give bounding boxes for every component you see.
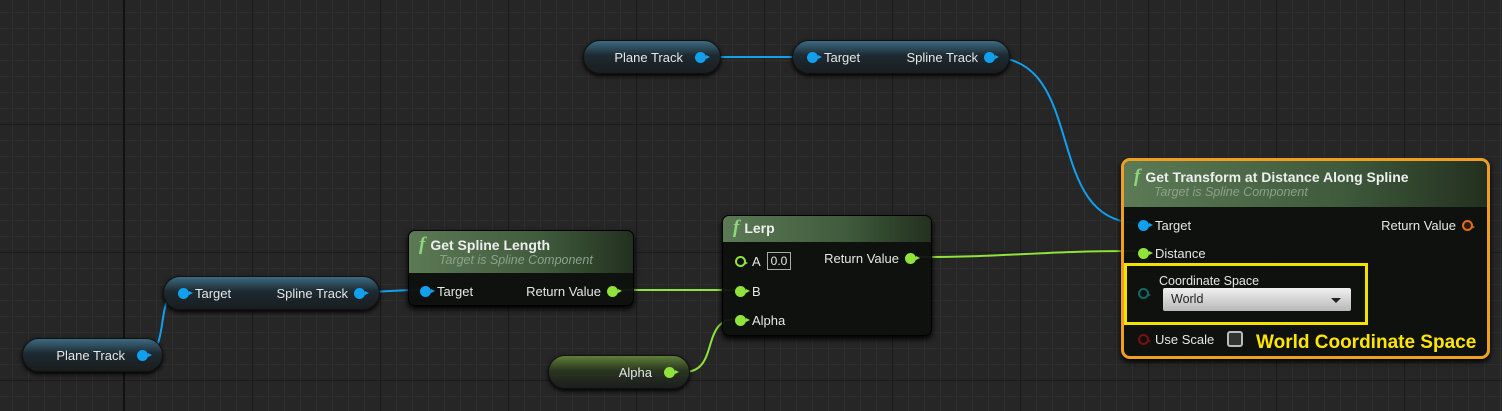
spline-track-getter-node[interactable]: Target Spline Track xyxy=(163,276,380,310)
object-pin-icon[interactable] xyxy=(984,51,999,63)
node-title: Get Transform at Distance Along Spline xyxy=(1145,169,1409,185)
target-label: Target xyxy=(824,49,861,65)
wire-lerp-to-distance xyxy=(912,250,1140,258)
transform-pin-icon[interactable] xyxy=(1462,220,1475,231)
object-pin-icon[interactable] xyxy=(137,349,152,361)
spline-track-label: Spline Track xyxy=(906,49,978,65)
node-subtitle: Target is Spline Component xyxy=(1154,185,1308,199)
wire-spline-track-to-transform-target xyxy=(989,56,1140,224)
object-pin-icon[interactable] xyxy=(354,287,369,299)
alpha-label: Alpha xyxy=(752,313,786,328)
alpha-variable-node[interactable]: Alpha xyxy=(548,355,690,389)
spline-track-label: Spline Track xyxy=(276,285,348,301)
float-pin-icon[interactable] xyxy=(735,315,750,326)
variable-label: Plane Track xyxy=(56,347,125,363)
float-pin-icon[interactable] xyxy=(664,366,679,378)
node-title: Get Spline Length xyxy=(430,237,551,253)
highlight-box xyxy=(1124,263,1368,325)
target-label: Target xyxy=(195,285,232,301)
get-transform-at-distance-node[interactable]: f Get Transform at Distance Along Spline … xyxy=(1121,158,1490,359)
annotation-caption: World Coordinate Space xyxy=(1256,332,1477,353)
return-value-label: Return Value xyxy=(1381,218,1456,233)
use-scale-label: Use Scale xyxy=(1155,331,1215,347)
a-label: A xyxy=(752,253,761,269)
bool-pin-icon[interactable] xyxy=(1138,333,1151,345)
get-spline-length-node[interactable]: f Get Spline Length Target is Spline Comp… xyxy=(408,230,634,306)
distance-label: Distance xyxy=(1155,246,1206,261)
variable-label: Alpha xyxy=(618,364,652,380)
function-icon: f xyxy=(1134,166,1141,187)
variable-label: Plane Track xyxy=(614,49,683,65)
use-scale-checkbox[interactable] xyxy=(1227,331,1244,347)
node-subtitle: Target is Spline Component xyxy=(439,253,593,267)
function-icon: f xyxy=(733,217,740,238)
return-value-label: Return Value xyxy=(824,251,899,266)
target-pin-icon[interactable] xyxy=(178,287,193,299)
b-label: B xyxy=(752,284,761,299)
plane-track-variable-node[interactable]: Plane Track xyxy=(22,338,163,372)
float-pin-icon[interactable] xyxy=(735,255,748,267)
target-pin-icon[interactable] xyxy=(1138,220,1153,231)
function-icon: f xyxy=(419,234,426,255)
float-pin-icon[interactable] xyxy=(735,286,750,297)
float-pin-icon[interactable] xyxy=(607,286,622,297)
object-pin-icon[interactable] xyxy=(695,51,710,63)
spline-track-getter-node[interactable]: Target Spline Track xyxy=(792,40,1010,74)
float-pin-icon[interactable] xyxy=(905,253,920,264)
a-value-input[interactable]: 0.0 xyxy=(766,252,792,270)
lerp-node[interactable]: f Lerp A 0.0 Return Value B Alpha xyxy=(722,215,932,336)
plane-track-variable-node[interactable]: Plane Track xyxy=(583,40,721,74)
target-pin-icon[interactable] xyxy=(420,286,435,297)
target-label: Target xyxy=(437,284,474,299)
target-label: Target xyxy=(1155,218,1192,233)
target-pin-icon[interactable] xyxy=(807,51,822,63)
node-title: Lerp xyxy=(744,220,775,236)
float-pin-icon[interactable] xyxy=(1138,248,1153,259)
return-value-label: Return Value xyxy=(526,284,601,299)
